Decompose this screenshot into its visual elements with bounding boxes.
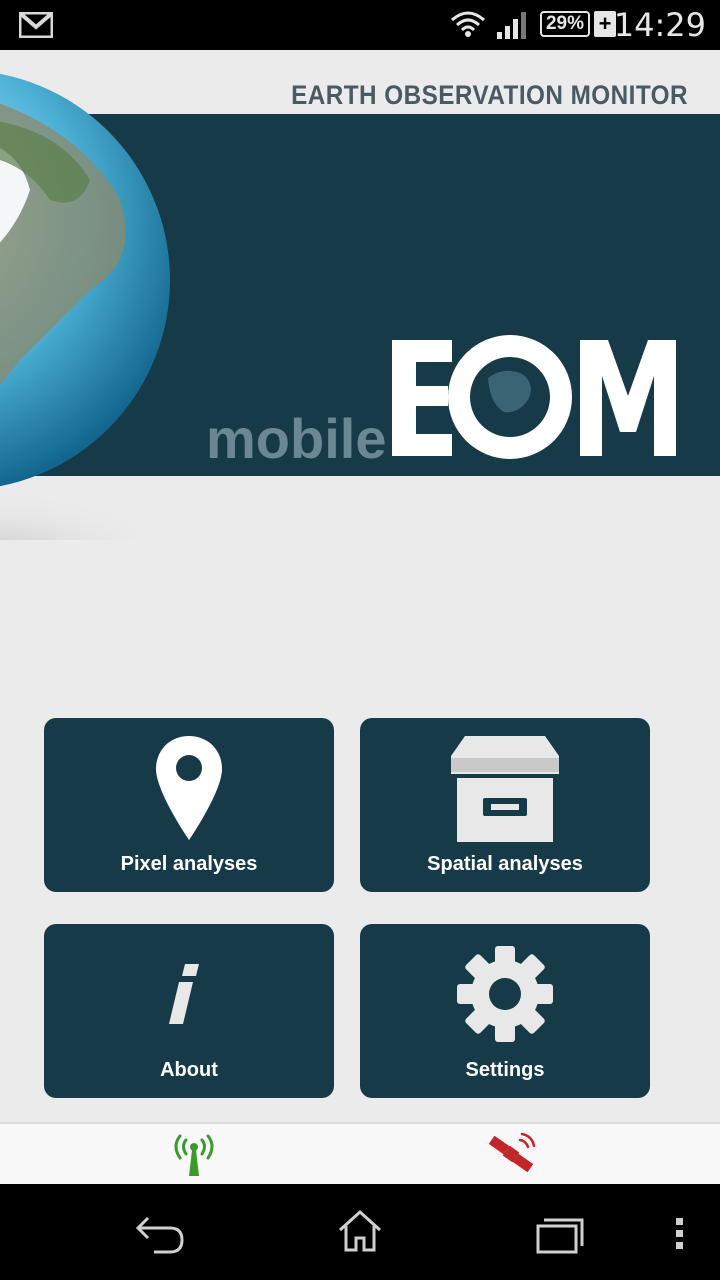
- logo-mobile-text: mobile: [206, 407, 386, 466]
- globe-image: [0, 73, 170, 540]
- archive-box-icon: [451, 736, 559, 842]
- charging-indicator: +: [594, 11, 616, 37]
- satellite-icon[interactable]: [486, 1130, 538, 1178]
- home-icon[interactable]: [336, 1208, 384, 1254]
- tile-label: About: [160, 1059, 218, 1081]
- status-bar: 29% + 14:29: [0, 0, 720, 50]
- system-nav-bar: [0, 1184, 720, 1280]
- app-content: EARTH OBSERVATION MONITOR mobile Pixel a…: [0, 50, 720, 1124]
- app-header-title: EARTH OBSERVATION MONITOR: [291, 80, 688, 110]
- recents-icon[interactable]: [536, 1214, 584, 1254]
- wifi-icon: [451, 11, 485, 37]
- about-tile[interactable]: About: [44, 924, 334, 1098]
- tile-label: Spatial analyses: [427, 853, 583, 875]
- map-pin-icon: [156, 736, 222, 840]
- antenna-icon[interactable]: [170, 1130, 218, 1178]
- spatial-analyses-tile[interactable]: Spatial analyses: [360, 718, 650, 892]
- bottom-tab-bar: [0, 1122, 720, 1186]
- overflow-menu-icon[interactable]: [672, 1216, 688, 1252]
- battery-icon: 29%: [540, 11, 590, 37]
- signal-icon: [497, 12, 526, 39]
- pixel-analyses-tile[interactable]: Pixel analyses: [44, 718, 334, 892]
- mobile-eom-logo: mobile: [206, 335, 676, 466]
- settings-tile[interactable]: Settings: [360, 924, 650, 1098]
- status-time: 14:29: [613, 6, 706, 44]
- tile-label: Settings: [465, 1059, 545, 1081]
- back-icon[interactable]: [134, 1214, 186, 1254]
- gear-icon: [457, 946, 553, 1042]
- logo-eom-mark: [392, 335, 676, 459]
- gmail-icon: [19, 12, 53, 38]
- tile-label: Pixel analyses: [120, 853, 258, 875]
- info-icon: [169, 964, 199, 1024]
